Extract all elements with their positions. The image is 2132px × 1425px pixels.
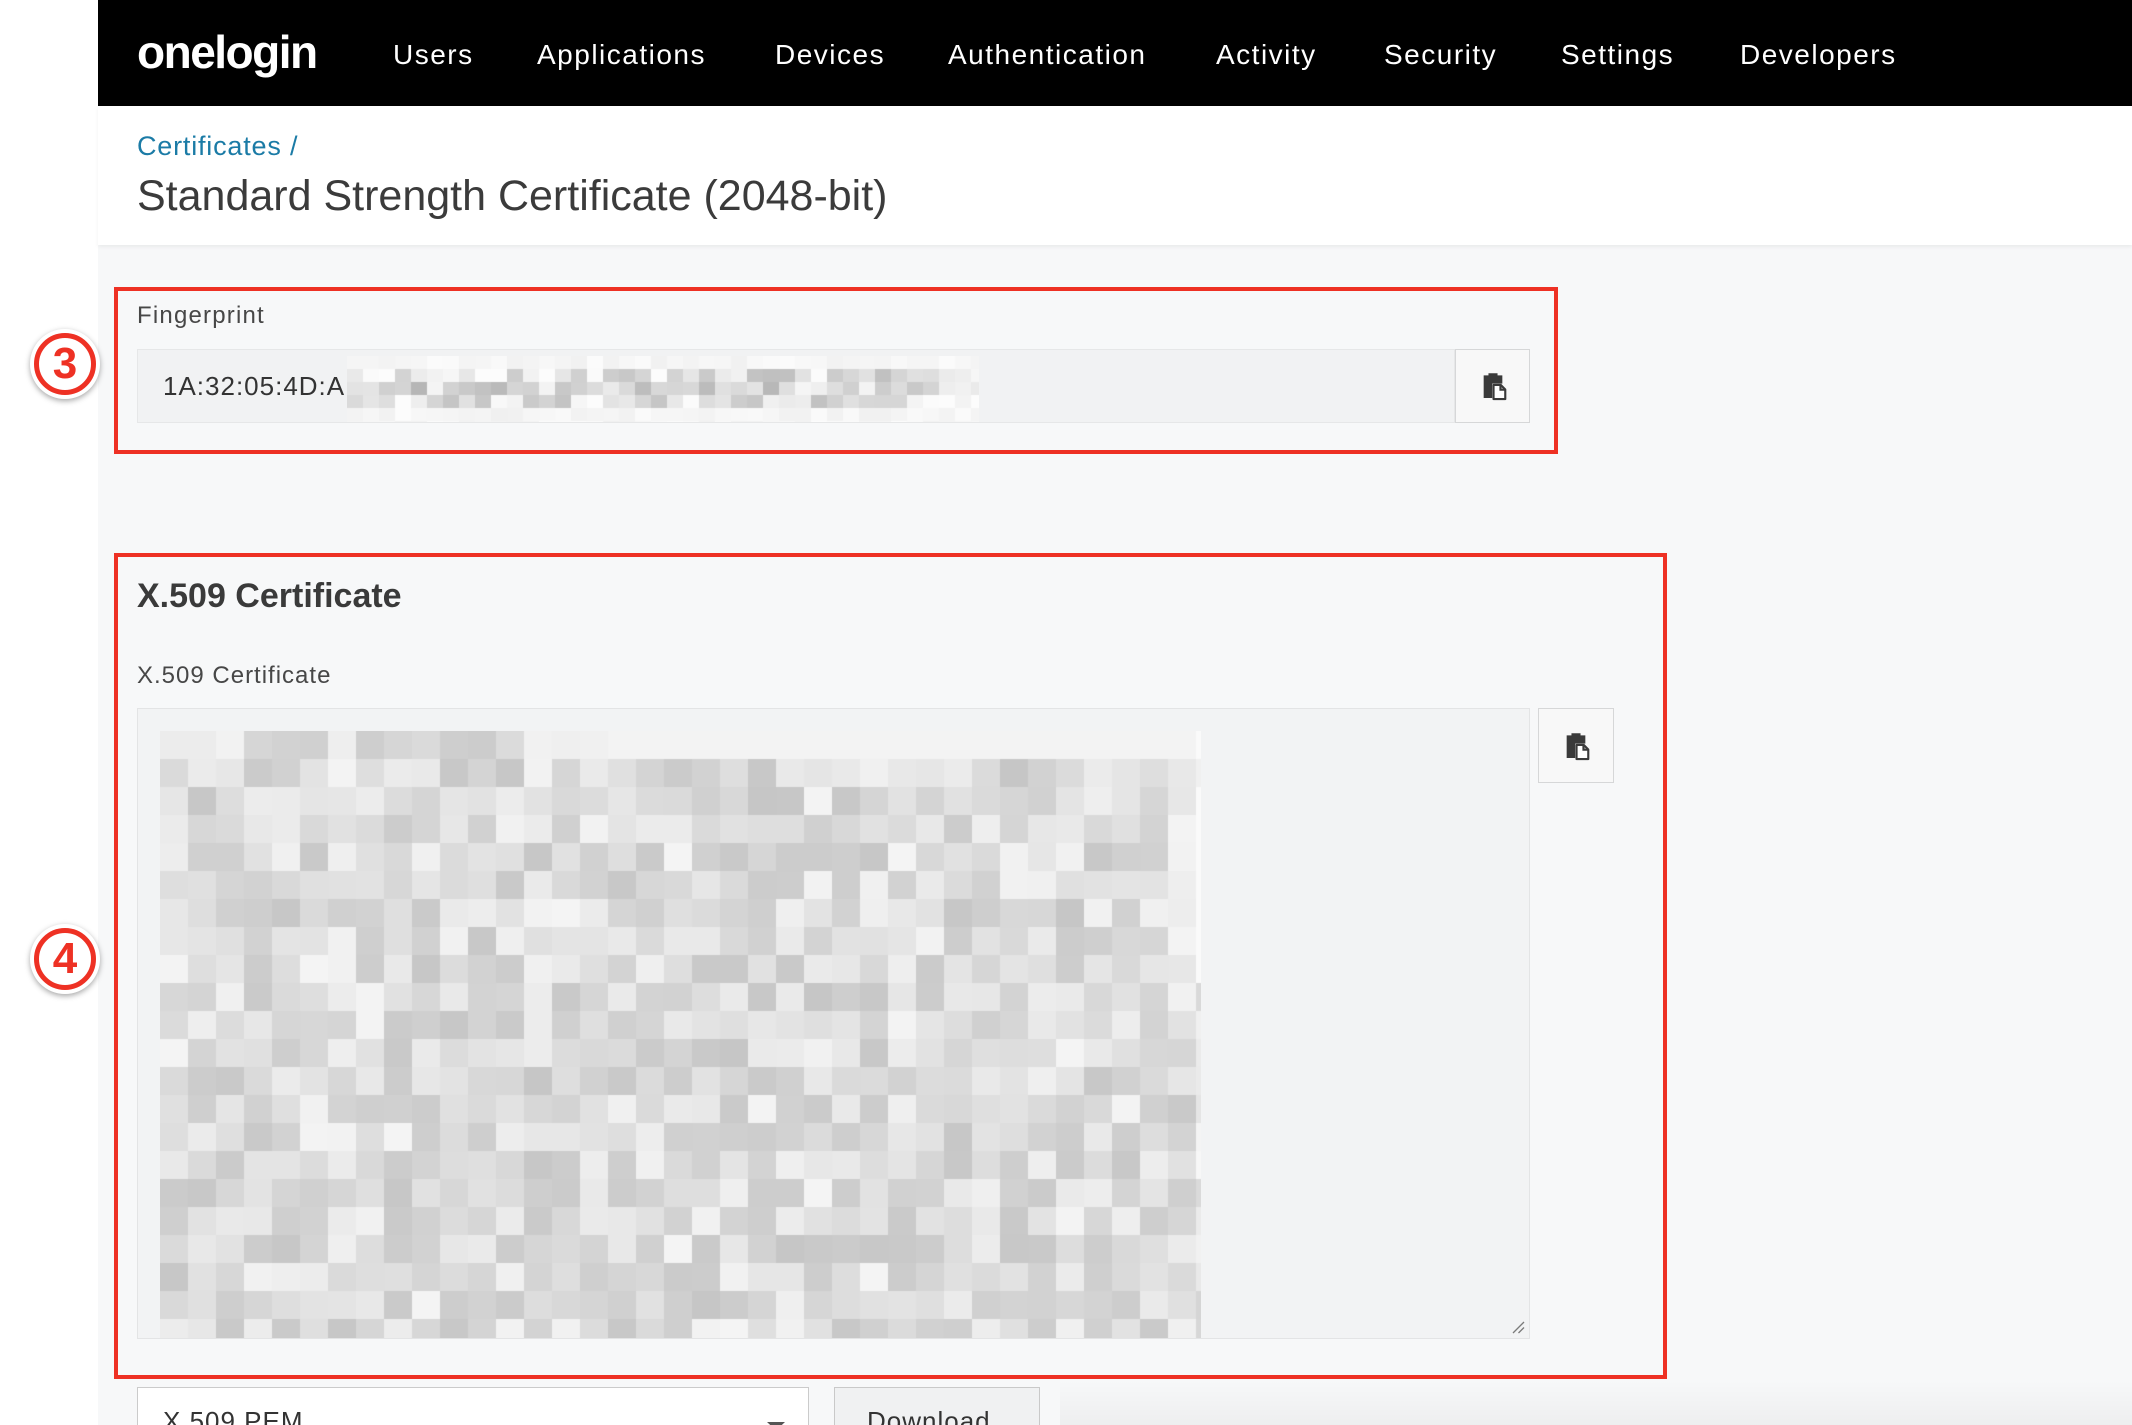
download-button-label: Download (867, 1406, 991, 1425)
download-button[interactable]: Download (834, 1387, 1040, 1425)
annotation-number: 4 (34, 928, 96, 990)
nav-devices[interactable]: Devices (775, 41, 885, 69)
fingerprint-redacted-mosaic (347, 356, 979, 422)
nav-activity[interactable]: Activity (1216, 41, 1317, 69)
caret-down-icon (767, 1422, 785, 1425)
nav-developers[interactable]: Developers (1740, 41, 1897, 69)
onelogin-logo[interactable]: onelogin (137, 29, 318, 75)
resize-handle-icon[interactable] (1509, 1318, 1525, 1334)
breadcrumb: Certificates / (137, 133, 298, 160)
format-selected-value: X.509 PEM (163, 1406, 304, 1425)
clipboard-copy-icon (1566, 732, 1590, 760)
top-nav: onelogin Users Applications Devices Auth… (98, 0, 2132, 106)
fingerprint-field[interactable]: 1A:32:05:4D:A (137, 349, 1455, 423)
nav-security[interactable]: Security (1384, 41, 1497, 69)
page-header: Certificates / Standard Strength Certifi… (98, 106, 2132, 245)
nav-authentication[interactable]: Authentication (948, 41, 1146, 69)
annotation-badge-4: 4 (30, 924, 100, 994)
x509-field-label: X.509 Certificate (137, 662, 332, 689)
copy-certificate-button[interactable] (1538, 708, 1614, 783)
nav-users[interactable]: Users (393, 41, 474, 69)
certificate-detail-page: onelogin Users Applications Devices Auth… (0, 0, 2132, 1425)
page-title: Standard Strength Certificate (2048-bit) (137, 172, 888, 220)
footer-shadow (1060, 1380, 2132, 1425)
certificate-redacted-mosaic (160, 731, 1201, 1338)
clipboard-copy-icon (1483, 373, 1506, 401)
x509-certificate-textarea[interactable] (137, 708, 1530, 1339)
nav-applications[interactable]: Applications (537, 41, 706, 69)
breadcrumb-link-certificates[interactable]: Certificates (137, 131, 282, 161)
copy-fingerprint-button[interactable] (1455, 349, 1530, 423)
annotation-badge-3: 3 (30, 329, 100, 399)
x509-section-title: X.509 Certificate (137, 577, 402, 615)
nav-settings[interactable]: Settings (1561, 41, 1674, 69)
certificate-format-select[interactable]: X.509 PEM (137, 1387, 809, 1425)
annotation-number: 3 (34, 333, 96, 395)
fingerprint-value: 1A:32:05:4D:A (163, 371, 346, 401)
breadcrumb-separator: / (289, 131, 299, 161)
fingerprint-label: Fingerprint (137, 302, 265, 329)
